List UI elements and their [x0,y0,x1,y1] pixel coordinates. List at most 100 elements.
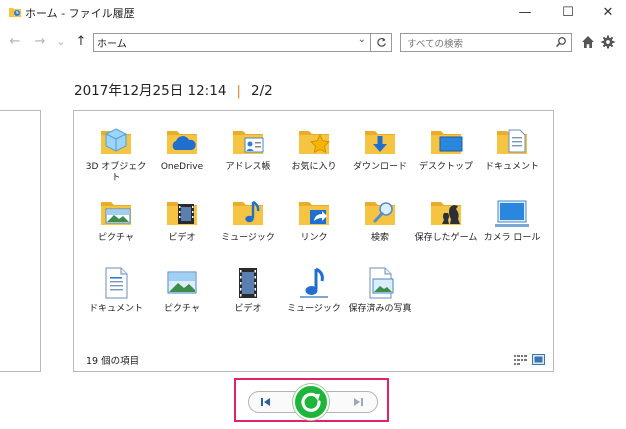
previous-version-icon[interactable] [256,395,276,409]
file-item-label: ドキュメント [88,304,143,314]
file-item[interactable]: OneDrive [149,123,215,191]
file-item-label: デスクトップ [418,162,473,172]
address-bar[interactable]: ホーム ⌄ [93,33,371,52]
recent-locations-button[interactable]: ⌄ [55,32,67,50]
folder-saved-games-icon [431,202,461,225]
address-dropdown-icon[interactable]: ⌄ [358,34,366,45]
file-item[interactable]: リンク [281,194,347,262]
refresh-icon [376,37,386,47]
file-item-label: リンク [300,233,328,243]
close-button[interactable]: ✕ [592,0,624,24]
file-item[interactable]: 保存したゲーム [413,194,479,262]
playback-controls-highlight [234,378,389,422]
file-item[interactable]: 検索 [347,194,413,262]
file-item[interactable]: 保存済みの写真 [347,265,413,333]
title-bar: ホーム - ファイル履歴 — ☐ ✕ [0,0,626,26]
file-item[interactable]: ビデオ [215,265,281,333]
file-item-label: ミュージック [287,304,341,314]
address-text: ホーム [97,39,127,50]
file-item[interactable]: ドキュメント [479,123,545,191]
close-icon: ✕ [602,4,614,20]
file-item[interactable]: カメラ ロール [479,194,545,262]
gear-icon[interactable] [601,35,615,49]
home-icon[interactable] [581,35,595,49]
folder-3d-objects-icon [101,128,131,154]
version-indicator: 2/2 [250,83,273,99]
folder-favorites-icon [299,131,330,154]
folder-videos-icon [167,202,197,225]
view-switcher [514,354,545,365]
file-item-label: ビデオ [168,233,196,243]
library-documents-icon [105,267,128,299]
back-arrow-icon: ← [9,33,21,49]
file-item[interactable]: お気に入り [281,123,347,191]
file-item[interactable]: デスクトップ [413,123,479,191]
file-item-label: 保存済みの写真 [348,304,412,314]
window-title: ホーム - ファイル履歴 [25,7,135,20]
library-music-icon [300,267,328,298]
folder-pictures-icon [101,202,131,225]
file-item-label: ピクチャ [164,304,200,314]
file-item[interactable]: ダウンロード [347,123,413,191]
search-placeholder: すべての検索 [407,39,463,50]
minimize-icon: — [518,4,532,20]
file-item-label: ピクチャ [98,233,134,243]
backup-date: 2017年12月25日 12:14 [74,83,227,99]
file-item[interactable]: 3D オブジェクト [83,123,149,191]
file-item[interactable]: ミュージック [281,265,347,333]
back-button[interactable]: ← [8,32,22,50]
folder-music-icon [233,200,263,225]
folder-contacts-icon [233,131,264,154]
file-item-label: お気に入り [291,162,337,172]
library-pictures-icon [167,271,197,294]
maximize-button[interactable]: ☐ [552,0,584,24]
file-item[interactable]: ピクチャ [83,194,149,262]
details-view-icon[interactable] [514,354,527,365]
folder-downloads-icon [365,131,395,154]
file-item-label: 3D オブジェクト [85,162,147,183]
file-item[interactable]: ピクチャ [149,265,215,333]
folder-links-icon [299,202,329,225]
next-version-icon[interactable] [348,395,368,409]
library-videos-icon [239,268,257,298]
file-item[interactable]: アドレス帳 [215,123,281,191]
up-arrow-icon: ↑ [75,33,87,49]
restore-icon [301,392,321,412]
file-item-label: ドキュメント [484,162,539,172]
file-item-label: ビデオ [234,304,262,314]
refresh-button[interactable] [370,33,392,52]
file-item[interactable]: ドキュメント [83,265,149,333]
backup-timestamp: 2017年12月25日 12:14 | 2/2 [74,79,273,99]
forward-button[interactable]: → [33,32,47,50]
file-item-label: アドレス帳 [225,162,271,172]
search-icon[interactable] [555,36,567,48]
minimize-button[interactable]: — [509,0,541,24]
forward-arrow-icon: → [34,33,46,49]
previous-version-panel[interactable] [0,110,41,372]
folder-onedrive-icon [167,131,197,154]
file-history-icon [9,8,21,17]
folder-documents-icon [497,129,527,154]
maximize-icon: ☐ [562,4,574,20]
file-item-label: OneDrive [160,162,204,172]
file-item-label: 検索 [370,233,389,243]
file-item-label: 保存したゲーム [414,233,478,243]
chevron-down-icon: ⌄ [56,34,66,48]
file-item-label: カメラ ロール [483,233,541,243]
file-item[interactable]: ビデオ [149,194,215,262]
file-item[interactable]: ミュージック [215,194,281,262]
timestamp-separator: | [236,83,241,99]
folder-searches-icon [365,202,395,225]
navigation-bar: ← → ⌄ ↑ ホーム ⌄ すべての検索 [0,30,626,54]
backup-contents-panel: 3D オブジェクト OneDrive アドレス帳 お気に入り ダウンロード デスクトップド… [73,110,554,372]
library-saved-pictures-icon [369,267,394,299]
file-item-label: ミュージック [221,233,275,243]
search-input[interactable]: すべての検索 [400,33,572,52]
library-camera-roll-icon [495,200,529,227]
item-count: 19 個の項目 [86,356,140,367]
file-item-label: ダウンロード [352,162,407,172]
folder-desktop-icon [431,131,463,154]
up-button[interactable]: ↑ [74,32,88,50]
large-icons-view-icon[interactable] [532,354,545,365]
restore-button[interactable] [293,384,329,420]
